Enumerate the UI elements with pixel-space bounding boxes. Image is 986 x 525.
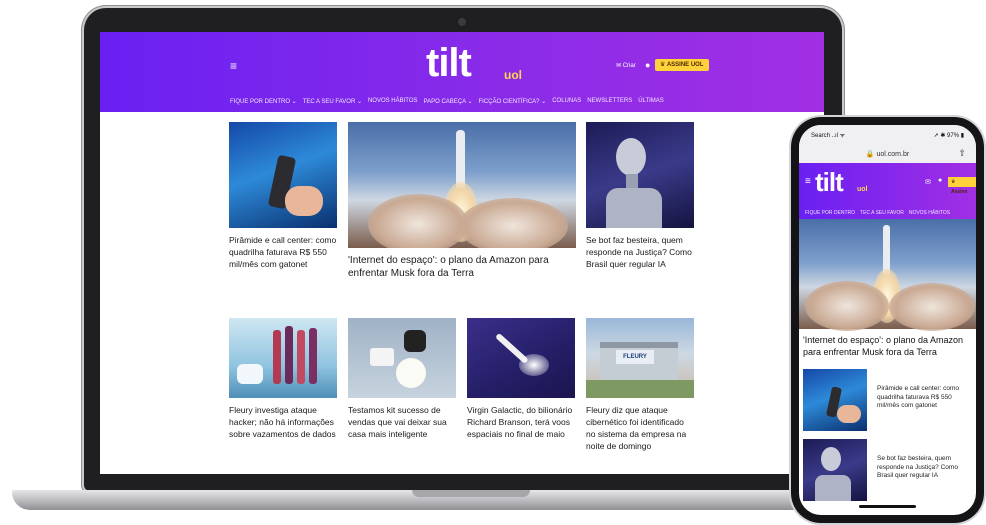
article-title[interactable]: Pirâmide e call center: como quadrilha f…: [877, 385, 971, 411]
fleury-sign: FLEURY: [616, 350, 654, 364]
user-icon[interactable]: ●: [938, 177, 942, 184]
article-card[interactable]: Pirâmide e call center: como quadrilha f…: [229, 122, 337, 270]
article-title[interactable]: 'Internet do espaço': o plano da Amazon …: [348, 254, 576, 280]
nav-item[interactable]: NOVOS HÁBITOS: [368, 98, 418, 104]
subscribe-button[interactable]: ♛ Assine: [948, 177, 976, 195]
phone-nav: FIQUE POR DENTRO TEC A SEU FAVOR NOVOS H…: [799, 207, 976, 219]
article-image[interactable]: [586, 122, 694, 228]
article-thumbnail[interactable]: [803, 439, 867, 501]
hero-image[interactable]: [799, 219, 976, 331]
main-nav: FIQUE POR DENTRO ⌄ TEC A SEU FAVOR ⌄ NOV…: [230, 94, 700, 108]
hero-title[interactable]: 'Internet do espaço': o plano da Amazon …: [803, 334, 973, 358]
url-text[interactable]: 🔒 uol.com.br: [866, 150, 909, 158]
article-card[interactable]: Testamos kit sucesso de vendas que vai d…: [348, 318, 456, 440]
nav-item[interactable]: FICÇÃO CIENTÍFICA? ⌄: [478, 98, 546, 105]
nav-item[interactable]: COLUNAS: [552, 98, 581, 104]
phone-frame: Search ..ıl ᯤ ➚ ✱ 97% ▮ 🔒 uol.com.br ⇧ ≡…: [791, 117, 984, 523]
site-logo[interactable]: tilt: [426, 41, 472, 86]
nav-item[interactable]: PAPO CABEÇA ⌄: [424, 98, 473, 105]
article-image[interactable]: [229, 122, 337, 228]
featured-article-card[interactable]: 'Internet do espaço': o plano da Amazon …: [348, 122, 576, 280]
article-image[interactable]: [348, 122, 576, 248]
article-image[interactable]: FLEURY: [586, 318, 694, 398]
status-right: ➚ ✱ 97% ▮: [933, 132, 964, 139]
laptop-frame: ≡ tilt uol ✉ Criar ● ♛ ASSINE UOL FIQUE …: [84, 8, 842, 491]
laptop-camera: [458, 18, 466, 26]
hamburger-menu-icon[interactable]: ≡: [230, 59, 237, 73]
subscribe-button[interactable]: ♛ ASSINE UOL: [655, 59, 709, 71]
article-title[interactable]: Fleury diz que ataque cibernético foi id…: [586, 404, 694, 452]
site-logo-sub: uol: [504, 68, 522, 82]
user-icon[interactable]: ●: [645, 60, 650, 70]
article-card[interactable]: Virgin Galactic, do bilionário Richard B…: [467, 318, 575, 440]
article-title[interactable]: Pirâmide e call center: como quadrilha f…: [229, 234, 337, 270]
article-title[interactable]: Virgin Galactic, do bilionário Richard B…: [467, 404, 575, 440]
article-card[interactable]: FLEURY Fleury diz que ataque cibernético…: [586, 318, 694, 452]
nav-item[interactable]: FIQUE POR DENTRO ⌄: [230, 98, 297, 105]
article-title[interactable]: Se bot faz besteira, quem responde na Ju…: [586, 234, 694, 270]
nav-item[interactable]: ÚLTIMAS: [638, 98, 664, 104]
article-thumbnail[interactable]: [803, 369, 867, 431]
phone-site-header: ≡ tilt uol ✉ ● ♛ Assine: [799, 163, 976, 207]
share-icon[interactable]: ⇧: [958, 148, 966, 159]
nav-item[interactable]: NOVOS HÁBITOS: [909, 210, 950, 216]
article-image[interactable]: [229, 318, 337, 398]
site-logo[interactable]: tilt: [815, 167, 844, 198]
laptop-screen: ≡ tilt uol ✉ Criar ● ♛ ASSINE UOL FIQUE …: [100, 32, 824, 474]
article-image[interactable]: [467, 318, 575, 398]
article-title[interactable]: Se bot faz besteira, quem responde na Ju…: [877, 455, 971, 481]
mail-icon[interactable]: ✉ Criar: [616, 62, 636, 69]
article-card[interactable]: Se bot faz besteira, quem responde na Ju…: [586, 122, 694, 270]
phone-status-bar: Search ..ıl ᯤ ➚ ✱ 97% ▮: [799, 125, 976, 145]
article-title[interactable]: Testamos kit sucesso de vendas que vai d…: [348, 404, 456, 440]
status-left: Search ..ıl ᯤ: [811, 133, 846, 139]
phone-screen: Search ..ıl ᯤ ➚ ✱ 97% ▮ 🔒 uol.com.br ⇧ ≡…: [799, 125, 976, 515]
site-header: ≡ tilt uol ✉ Criar ● ♛ ASSINE UOL FIQUE …: [100, 32, 824, 112]
mail-icon[interactable]: ✉: [925, 178, 931, 186]
list-item[interactable]: Se bot faz besteira, quem responde na Ju…: [803, 439, 973, 501]
nav-item[interactable]: NEWSLETTERS: [587, 98, 632, 104]
nav-item[interactable]: FIQUE POR DENTRO: [805, 210, 855, 216]
site-logo-sub: uol: [857, 186, 868, 193]
nav-item[interactable]: TEC A SEU FAVOR: [860, 210, 904, 216]
article-image[interactable]: [348, 318, 456, 398]
phone-address-bar[interactable]: 🔒 uol.com.br ⇧: [799, 145, 976, 163]
hamburger-menu-icon[interactable]: ≡: [805, 176, 811, 187]
list-item[interactable]: Pirâmide e call center: como quadrilha f…: [803, 369, 973, 431]
home-indicator: [859, 505, 916, 508]
nav-item[interactable]: TEC A SEU FAVOR ⌄: [303, 98, 362, 105]
laptop-trackpad-notch: [412, 490, 530, 497]
article-title[interactable]: Fleury investiga ataque hacker; não há i…: [229, 404, 337, 440]
article-card[interactable]: Fleury investiga ataque hacker; não há i…: [229, 318, 337, 440]
